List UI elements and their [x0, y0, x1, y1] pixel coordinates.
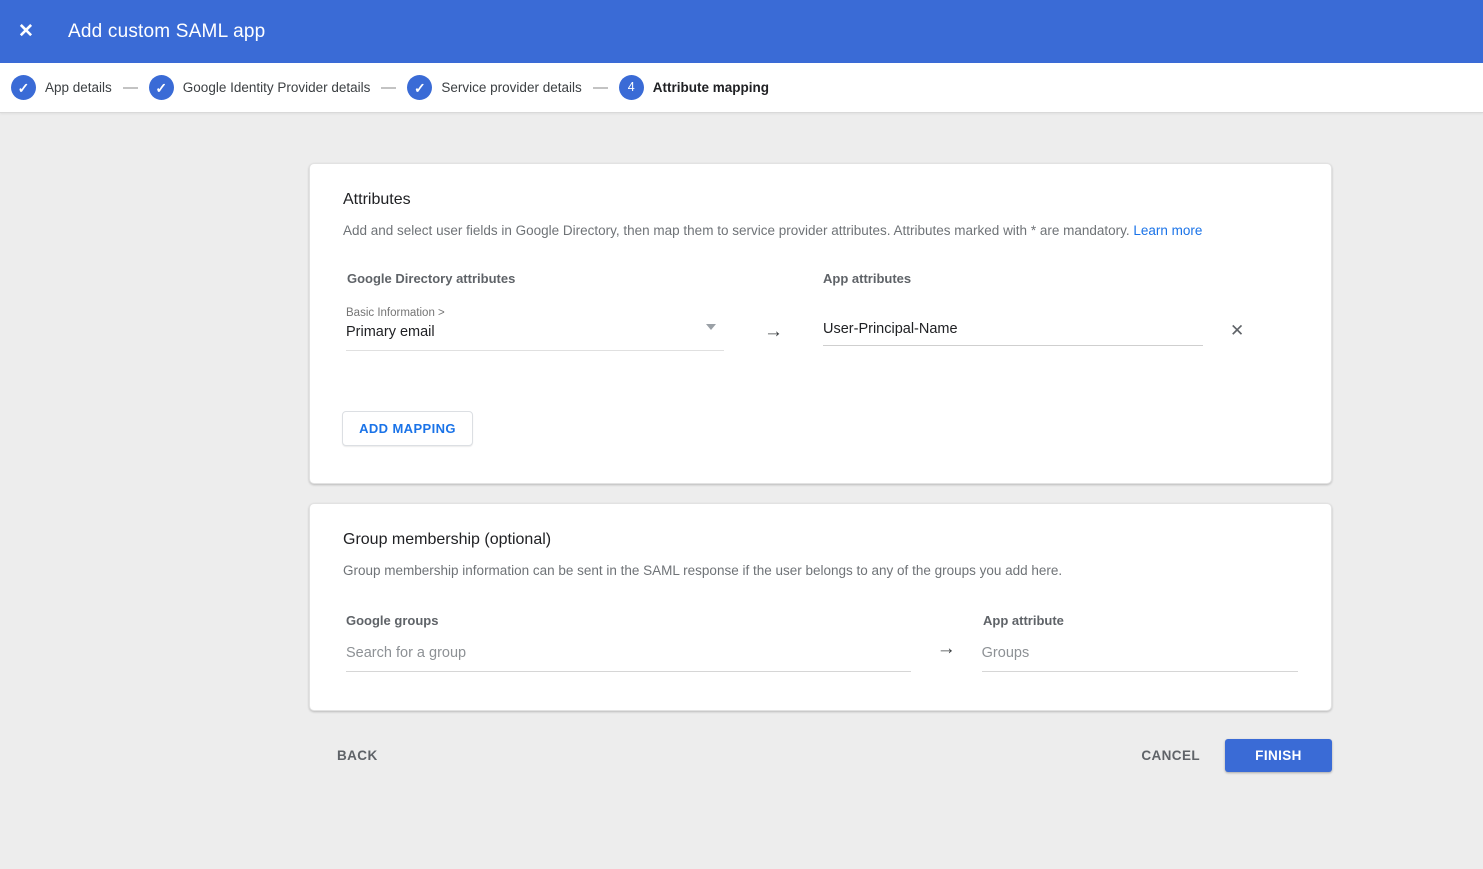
- learn-more-link[interactable]: Learn more: [1133, 223, 1202, 238]
- group-card-title: Group membership (optional): [343, 531, 1298, 549]
- group-search-input[interactable]: [346, 639, 911, 672]
- step-label: Service provider details: [441, 80, 581, 95]
- main-content: Attributes Add and select user fields in…: [0, 113, 1483, 772]
- wizard-stepper: ✓ App details ✓ Google Identity Provider…: [0, 63, 1483, 113]
- close-icon[interactable]: ✕: [18, 22, 42, 41]
- back-button[interactable]: BACK: [337, 748, 378, 763]
- group-column-headers: Google groups App attribute: [343, 613, 1298, 628]
- dialog-title: Add custom SAML app: [68, 21, 265, 43]
- step-app-details[interactable]: ✓ App details: [11, 75, 112, 100]
- step-label: Google Identity Provider details: [183, 80, 371, 95]
- step-complete-icon: ✓: [407, 75, 432, 100]
- maps-to-arrow-icon: →: [911, 638, 982, 672]
- step-number-icon: 4: [619, 75, 644, 100]
- app-attributes-header: App attributes: [823, 271, 911, 286]
- attributes-card-title: Attributes: [343, 191, 1298, 209]
- wizard-footer: BACK CANCEL FINISH: [309, 739, 1332, 772]
- group-mapping-row: →: [343, 638, 1298, 672]
- step-complete-icon: ✓: [11, 75, 36, 100]
- select-value: Primary email: [346, 324, 724, 340]
- app-attribute-header: App attribute: [983, 613, 1064, 628]
- step-label: Attribute mapping: [653, 80, 769, 95]
- select-category-label: Basic Information >: [346, 307, 724, 319]
- remove-mapping-icon[interactable]: ✕: [1230, 322, 1244, 339]
- step-complete-icon: ✓: [149, 75, 174, 100]
- attributes-card: Attributes Add and select user fields in…: [309, 163, 1332, 484]
- group-membership-card: Group membership (optional) Group member…: [309, 503, 1332, 711]
- groups-attribute-input[interactable]: [982, 639, 1298, 672]
- attributes-description-text: Add and select user fields in Google Dir…: [343, 223, 1130, 238]
- google-directory-attributes-header: Google Directory attributes: [347, 271, 823, 286]
- google-directory-attribute-select[interactable]: Basic Information > Primary email: [346, 307, 724, 351]
- cancel-button[interactable]: CANCEL: [1141, 748, 1200, 763]
- step-service-provider-details[interactable]: ✓ Service provider details: [407, 75, 581, 100]
- footer-right-actions: CANCEL FINISH: [1141, 739, 1332, 772]
- step-connector: [381, 87, 396, 89]
- google-groups-header: Google groups: [346, 613, 983, 628]
- check-icon: ✓: [18, 81, 30, 95]
- add-mapping-button[interactable]: ADD MAPPING: [342, 411, 473, 446]
- step-attribute-mapping[interactable]: 4 Attribute mapping: [619, 75, 769, 100]
- step-connector: [593, 87, 608, 89]
- maps-to-arrow-icon: →: [724, 321, 823, 343]
- step-google-idp-details[interactable]: ✓ Google Identity Provider details: [149, 75, 371, 100]
- check-icon: ✓: [155, 81, 167, 95]
- step-connector: [123, 87, 138, 89]
- group-card-description: Group membership information can be sent…: [343, 563, 1298, 578]
- app-attribute-input[interactable]: [823, 317, 1203, 346]
- dialog-header: ✕ Add custom SAML app: [0, 0, 1483, 63]
- attribute-mapping-row: Basic Information > Primary email → ✕: [343, 307, 1298, 351]
- dropdown-arrow-icon: [706, 324, 716, 330]
- mapping-column-headers: Google Directory attributes App attribut…: [343, 271, 1298, 286]
- check-icon: ✓: [414, 81, 426, 95]
- finish-button[interactable]: FINISH: [1225, 739, 1332, 772]
- step-number: 4: [628, 81, 635, 94]
- attributes-card-description: Add and select user fields in Google Dir…: [343, 223, 1298, 238]
- step-label: App details: [45, 80, 112, 95]
